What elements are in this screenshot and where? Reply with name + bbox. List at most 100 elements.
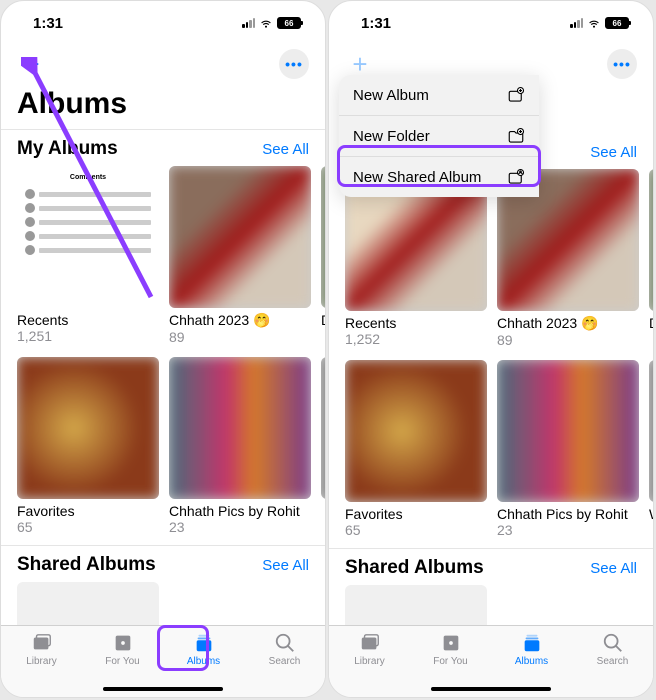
albums-icon: [519, 632, 545, 654]
albums-icon: [191, 632, 217, 654]
album-item[interactable]: D: [649, 169, 653, 348]
rect-person-icon: [507, 168, 525, 186]
menu-new-shared-album[interactable]: New Shared Album: [339, 157, 539, 197]
status-time: 1:31: [33, 15, 63, 32]
album-count: 1,251: [17, 328, 159, 344]
section-shared: Shared Albums See All: [329, 548, 653, 585]
tab-label: For You: [433, 656, 467, 667]
album-title: Chhath Pics by Rohit: [169, 503, 311, 519]
see-all-link[interactable]: See All: [262, 141, 309, 158]
section-title: My Albums: [17, 138, 118, 160]
section-shared: Shared Albums See All: [1, 545, 325, 582]
album-item[interactable]: D: [321, 166, 325, 345]
album-title: Favorites: [17, 503, 159, 519]
signal-icon: [570, 18, 583, 28]
tab-library[interactable]: Library: [329, 632, 410, 667]
album-item[interactable]: Chhath Pics by Rohit 23: [169, 357, 311, 535]
tab-search[interactable]: Search: [572, 632, 653, 667]
search-icon: [600, 632, 626, 654]
menu-new-album[interactable]: New Album: [339, 75, 539, 116]
album-title: Recents: [345, 315, 487, 331]
section-my-albums: My Albums See All: [1, 129, 325, 166]
home-indicator[interactable]: [103, 687, 223, 691]
status-bar: 1:31 66: [329, 1, 653, 45]
status-right: 66: [242, 16, 301, 30]
see-all-link[interactable]: See All: [262, 557, 309, 574]
album-count: 23: [497, 522, 639, 538]
album-count: 65: [345, 522, 487, 538]
album-count: 65: [17, 519, 159, 535]
screen-right: 1:31 66 + ••• New Album New Folder New S…: [328, 0, 654, 698]
album-thumbnail: [169, 357, 311, 499]
album-thumbnail: [345, 360, 487, 502]
tab-label: Albums: [187, 656, 220, 667]
albums-row-2: Favorites 65 Chhath Pics by Rohit 23 W: [329, 360, 653, 538]
add-button[interactable]: +: [17, 49, 47, 79]
search-icon: [272, 632, 298, 654]
section-title: Shared Albums: [345, 557, 484, 579]
status-time: 1:31: [361, 15, 391, 32]
album-thumbnail: Comments: [17, 166, 159, 308]
wifi-icon: [587, 16, 601, 30]
menu-new-folder[interactable]: New Folder: [339, 116, 539, 157]
album-title: W: [649, 506, 653, 522]
page-title: Albums: [1, 87, 325, 129]
album-item[interactable]: Comments Recents 1,251: [17, 166, 159, 345]
tab-label: Library: [26, 656, 57, 667]
status-bar: 1:31 66: [1, 1, 325, 45]
album-thumbnail: [169, 166, 311, 308]
library-icon: [357, 632, 383, 654]
tab-foryou[interactable]: For You: [410, 632, 491, 667]
more-button[interactable]: •••: [607, 49, 637, 79]
album-thumbnail: [17, 357, 159, 499]
toolbar: + •••: [1, 45, 325, 87]
tab-foryou[interactable]: For You: [82, 632, 163, 667]
album-thumbnail: [649, 169, 653, 311]
album-title: Chhath 2023 🤭: [169, 312, 311, 329]
album-item[interactable]: Favorites 65: [17, 357, 159, 535]
album-thumbnail: [321, 166, 325, 308]
tab-search[interactable]: Search: [244, 632, 325, 667]
album-item[interactable]: W: [649, 360, 653, 538]
album-title: Chhath Pics by Rohit: [497, 506, 639, 522]
see-all-link[interactable]: See All: [590, 560, 637, 577]
album-item[interactable]: Chhath Pics by Rohit 23: [497, 360, 639, 538]
tab-library[interactable]: Library: [1, 632, 82, 667]
menu-label: New Shared Album: [353, 169, 481, 186]
tab-label: Albums: [515, 656, 548, 667]
album-thumbnail: [321, 357, 325, 499]
album-item[interactable]: [321, 357, 325, 535]
see-all-link[interactable]: See All: [590, 144, 637, 161]
menu-label: New Folder: [353, 128, 430, 145]
context-menu: New Album New Folder New Shared Album: [339, 75, 539, 197]
album-title: D: [649, 315, 653, 331]
screen-left: 1:31 66 + ••• Albums My Albums See All C…: [0, 0, 326, 698]
wifi-icon: [259, 16, 273, 30]
album-item[interactable]: Favorites 65: [345, 360, 487, 538]
battery-icon: 66: [277, 17, 301, 29]
album-title: Favorites: [345, 506, 487, 522]
tab-label: Library: [354, 656, 385, 667]
tab-label: Search: [269, 656, 301, 667]
foryou-icon: [110, 632, 136, 654]
album-item[interactable]: Chhath 2023 🤭 89: [169, 166, 311, 345]
album-thumbnail: [497, 360, 639, 502]
album-title: Chhath 2023 🤭: [497, 315, 639, 332]
battery-icon: 66: [605, 17, 629, 29]
album-count: 89: [497, 332, 639, 348]
album-thumbnail: [649, 360, 653, 502]
more-button[interactable]: •••: [279, 49, 309, 79]
albums-row-2: Favorites 65 Chhath Pics by Rohit 23: [1, 357, 325, 535]
home-indicator[interactable]: [431, 687, 551, 691]
rect-plus-icon: [507, 86, 525, 104]
library-icon: [29, 632, 55, 654]
albums-row-1: Comments Recents 1,251 Chhath 2023 🤭 89 …: [1, 166, 325, 345]
tab-label: Search: [597, 656, 629, 667]
album-count: 89: [169, 329, 311, 345]
album-count: 23: [169, 519, 311, 535]
album-title: D: [321, 312, 325, 328]
tab-albums[interactable]: Albums: [491, 632, 572, 667]
tab-albums[interactable]: Albums: [163, 632, 244, 667]
folder-plus-icon: [507, 127, 525, 145]
album-count: 1,252: [345, 331, 487, 347]
